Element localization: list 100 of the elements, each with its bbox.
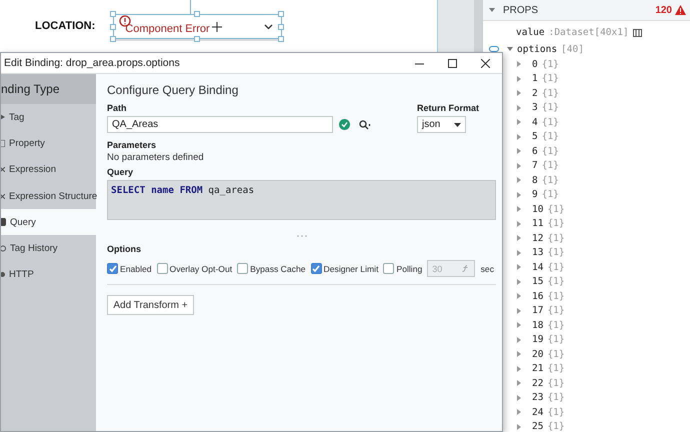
search-icon[interactable]	[359, 120, 371, 130]
window-title: Edit Binding: drop_area.props.options	[4, 57, 181, 69]
item-count: {1}	[542, 189, 559, 200]
sidebar-item[interactable]: Expression Structure	[1, 182, 96, 210]
item-count: {1}	[542, 102, 559, 114]
link-icon[interactable]	[489, 46, 499, 52]
item-count: {1}	[547, 421, 565, 432]
array-index: 22	[532, 378, 544, 389]
expand-icon[interactable]	[516, 394, 522, 401]
checkbox[interactable]	[107, 263, 118, 274]
array-index: 15	[532, 276, 544, 288]
dataset-icon[interactable]	[632, 28, 642, 36]
expand-icon[interactable]	[516, 76, 522, 82]
field-label: Query	[107, 167, 134, 177]
expand-icon[interactable]	[516, 192, 522, 198]
path-field[interactable]: QA_Areas	[107, 116, 333, 133]
field-label: Path	[107, 103, 127, 113]
array-index: 11	[532, 218, 544, 230]
checkbox-label: Bypass Cache	[250, 264, 306, 274]
expand-icon[interactable]	[516, 177, 522, 184]
expand-icon[interactable]	[516, 235, 522, 242]
item-count: {1}	[547, 247, 565, 258]
warning-count: 120	[655, 4, 672, 16]
item-count: {1}	[547, 406, 565, 418]
selection-handle[interactable]	[194, 36, 200, 42]
expand-icon[interactable]	[516, 351, 522, 358]
selection-handle[interactable]	[110, 11, 116, 17]
expand-icon[interactable]	[516, 380, 522, 386]
checkbox[interactable]	[156, 263, 168, 274]
expand-icon[interactable]	[516, 206, 522, 212]
item-count: {1}	[547, 305, 565, 316]
checkbox[interactable]	[310, 263, 322, 274]
item-count: {1}	[542, 73, 559, 84]
warning-icon	[675, 5, 686, 15]
format-dropdown[interactable]: json	[417, 116, 466, 133]
dropdown[interactable]: Component Error	[113, 14, 282, 39]
array-index: 6	[532, 146, 538, 157]
checkbox-label: Overlay Opt-Out	[170, 264, 232, 274]
array-index: 18	[532, 320, 544, 331]
item-count: {1}	[542, 88, 559, 99]
item-count: {1}	[542, 131, 559, 142]
item-count: {1}	[547, 290, 565, 302]
selection-handle[interactable]	[278, 11, 284, 17]
sidebar-item[interactable]: Tag	[1, 104, 96, 130]
expand-icon[interactable]	[516, 409, 522, 416]
item-count: {1}	[542, 160, 559, 172]
item-count: {1}	[542, 58, 559, 70]
sidebar-item[interactable]: HTTP	[1, 262, 96, 288]
selection-handle[interactable]	[194, 11, 200, 17]
expand-icon[interactable]	[516, 148, 522, 154]
expand-icon[interactable]	[507, 46, 513, 52]
expand-icon[interactable]	[516, 322, 522, 328]
expand-icon[interactable]	[516, 250, 522, 256]
sidebar-item[interactable]: Expression	[1, 156, 96, 183]
expand-icon[interactable]	[516, 366, 522, 372]
expand-icon[interactable]	[516, 220, 522, 227]
checkbox[interactable]	[237, 263, 248, 274]
sidebar-item[interactable]: Query	[1, 209, 96, 236]
query-editor[interactable]: SELECT name FROM qa_areas	[107, 180, 496, 220]
unit-label: sec	[480, 264, 494, 274]
expand-icon[interactable]	[516, 61, 522, 68]
item-count: [40]	[561, 44, 584, 54]
add-transform-button[interactable]: Add Transform +	[107, 295, 194, 315]
property-name: value	[516, 26, 545, 38]
item-count: {1}	[547, 363, 565, 374]
checkbox[interactable]	[383, 263, 394, 274]
expand-icon[interactable]	[516, 134, 522, 140]
resize-handle-icon[interactable]	[296, 235, 306, 237]
item-count: {1}	[547, 378, 565, 389]
item-count: {1}	[547, 204, 565, 215]
expand-icon[interactable]	[516, 308, 522, 314]
field-label: Options	[107, 244, 141, 254]
array-index: 0	[532, 58, 538, 70]
collapse-icon[interactable]	[489, 7, 495, 13]
expand-icon[interactable]	[516, 119, 522, 126]
expand-icon[interactable]	[516, 424, 522, 430]
field-label: Parameters	[107, 140, 156, 150]
field-label: Return Format	[417, 103, 480, 113]
sidebar-item[interactable]: Tag History	[1, 235, 96, 262]
empty-message: No parameters defined	[107, 152, 204, 163]
array-index: 3	[532, 102, 538, 114]
array-index: 2	[532, 88, 538, 99]
expand-icon[interactable]	[516, 278, 522, 285]
checkbox-label: Enabled	[120, 264, 152, 274]
expand-icon[interactable]	[516, 90, 522, 96]
expand-icon[interactable]	[516, 336, 522, 343]
array-index: 21	[532, 363, 544, 374]
sidebar-item[interactable]: Property	[1, 130, 96, 157]
chevron-down-icon	[264, 24, 274, 30]
maximize-icon	[448, 58, 457, 68]
item-count: {1}	[542, 174, 559, 186]
expand-icon[interactable]	[516, 264, 522, 270]
type-icon	[1, 114, 5, 120]
expand-icon[interactable]	[516, 293, 522, 300]
array-index: 7	[532, 160, 538, 172]
expand-icon[interactable]	[516, 162, 522, 169]
item-count: {1}	[547, 334, 565, 346]
type-icon	[1, 272, 5, 278]
property-name: options	[517, 44, 558, 54]
expand-icon[interactable]	[516, 104, 522, 111]
